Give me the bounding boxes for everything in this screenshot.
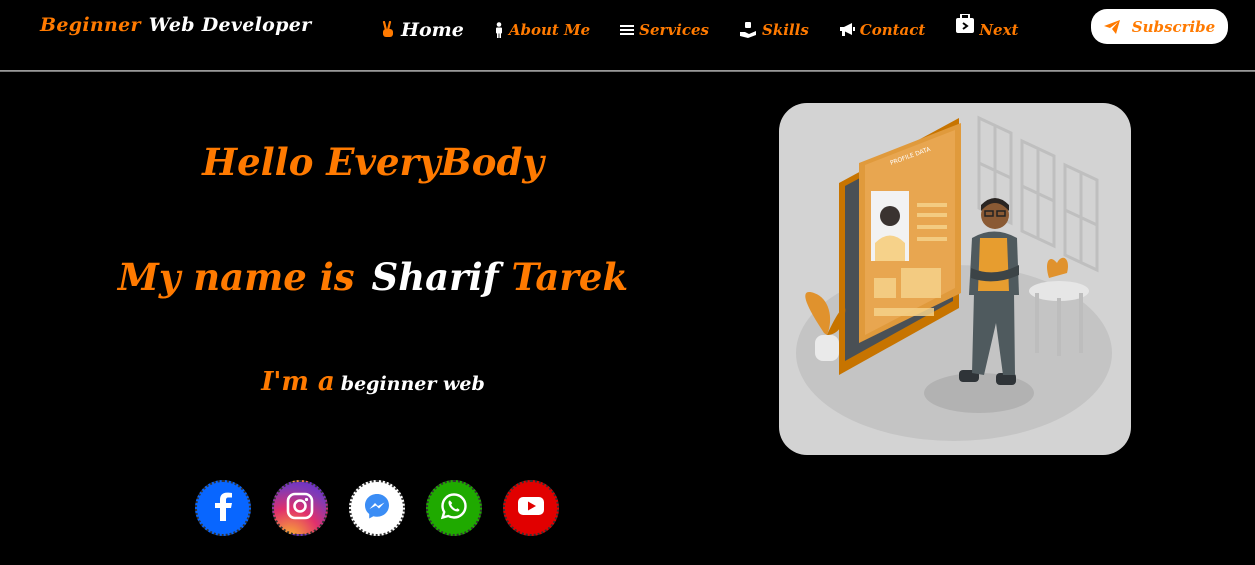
social-links <box>195 480 580 536</box>
victory-hand-icon <box>380 21 396 39</box>
subscribe-button[interactable]: Subscribe <box>1091 9 1228 44</box>
hand-holding-icon <box>739 22 757 38</box>
hero-last-name: Tarek <box>511 255 629 299</box>
instagram-icon <box>286 492 314 524</box>
hero-first-name: Sharif <box>371 255 499 299</box>
hero-role: I'm a beginner web <box>0 367 746 397</box>
nav-about-me[interactable]: About Me <box>494 14 590 46</box>
nav-contact[interactable]: Contact <box>839 14 926 46</box>
youtube-icon <box>517 496 545 520</box>
messenger-icon <box>363 492 391 524</box>
whatsapp-link[interactable] <box>426 480 482 536</box>
nav-home-label: Home <box>401 19 464 41</box>
messenger-link[interactable] <box>349 480 405 536</box>
subscribe-label: Subscribe <box>1131 17 1216 36</box>
profile-illustration: PROFILE DATA <box>779 103 1131 455</box>
megaphone-icon <box>839 23 855 37</box>
main-nav: Home About Me Services Skills Contact Ne… <box>380 14 1048 46</box>
facebook-link[interactable] <box>195 480 251 536</box>
instagram-link[interactable] <box>272 480 328 536</box>
brand-logo[interactable]: Beginner Web Developer <box>40 14 311 36</box>
hero-role-prefix: I'm a <box>261 367 335 397</box>
whatsapp-icon <box>440 492 468 524</box>
nav-contact-label: Contact <box>859 21 926 39</box>
nav-about-label: About Me <box>508 21 591 39</box>
nav-home[interactable]: Home <box>380 14 464 46</box>
hero-role-text: beginner web <box>340 373 485 395</box>
paper-plane-icon <box>1103 19 1120 34</box>
youtube-link[interactable] <box>503 480 559 536</box>
nav-skills-label: Skills <box>762 21 809 39</box>
nav-skills[interactable]: Skills <box>739 14 809 46</box>
nav-next[interactable]: Next <box>955 14 1018 46</box>
hero-name-prefix: My name is <box>117 255 355 299</box>
site-header: Beginner Web Developer Home About Me Serv… <box>0 0 1255 72</box>
illustration-graphic: PROFILE DATA <box>796 115 1112 441</box>
nav-services-label: Services <box>639 21 709 39</box>
person-icon <box>494 22 504 38</box>
nav-next-label: Next <box>979 21 1019 39</box>
hero-name: My name is Sharif Tarek <box>0 255 746 299</box>
hero-greeting: Hello EveryBody <box>202 140 544 184</box>
brand-part-2: Web Developer <box>148 14 312 36</box>
header-divider <box>0 70 1255 72</box>
brand-part-1: Beginner <box>40 14 141 36</box>
briefcase-icon <box>955 14 975 34</box>
nav-services[interactable]: Services <box>620 14 709 46</box>
list-icon <box>620 24 635 36</box>
facebook-icon <box>212 491 234 525</box>
